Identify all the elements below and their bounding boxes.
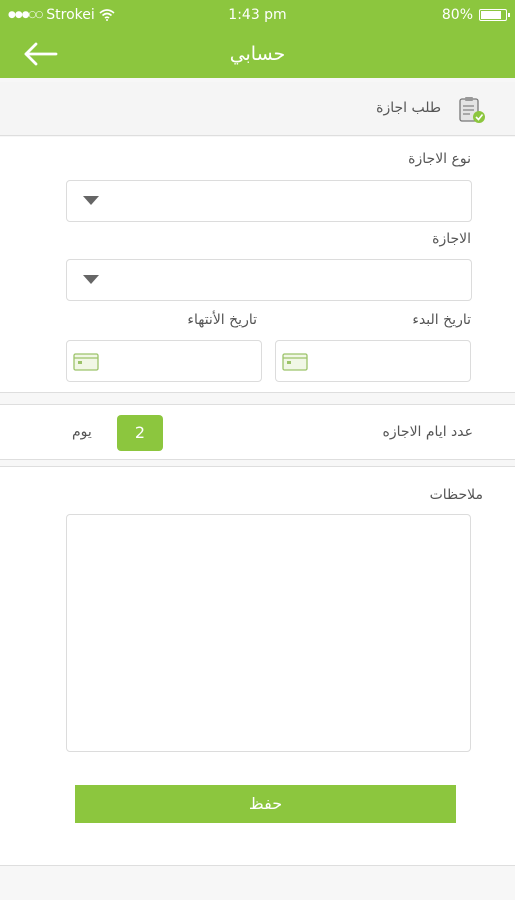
chevron-down-icon xyxy=(83,196,99,205)
status-time: 1:43 pm xyxy=(228,7,287,23)
leave-type-select[interactable] xyxy=(66,180,472,222)
leave-label: الاجازة xyxy=(432,231,471,247)
page-title: حسابي xyxy=(229,43,286,65)
section-header: طلب اجازة xyxy=(0,82,515,136)
notes-textarea[interactable] xyxy=(66,514,471,752)
leave-days-row: عدد ايام الاجازه 2 يوم xyxy=(0,404,515,460)
battery-percent: 80% xyxy=(441,7,473,23)
start-date-label: تاريخ البدء xyxy=(412,312,471,328)
leave-days-unit: يوم xyxy=(72,424,92,440)
section-title: طلب اجازة xyxy=(376,100,441,116)
leave-form: نوع الاجازة الاجازة تاريخ البدء تاريخ ال… xyxy=(0,137,515,393)
clipboard-check-icon xyxy=(459,97,485,123)
leave-type-label: نوع الاجازة xyxy=(408,151,471,167)
start-date-field[interactable] xyxy=(275,340,471,382)
status-right: 80% xyxy=(441,7,510,23)
nav-bar: حسابي xyxy=(0,30,515,78)
chevron-down-icon xyxy=(83,275,99,284)
calendar-icon xyxy=(73,353,99,371)
calendar-icon xyxy=(282,353,308,371)
battery-icon xyxy=(479,9,510,21)
notes-label: ملاحظات xyxy=(429,487,483,503)
end-date-field[interactable] xyxy=(66,340,262,382)
notes-section: ملاحظات حفظ xyxy=(0,466,515,866)
save-button[interactable]: حفظ xyxy=(75,785,456,823)
end-date-label: تاريخ الأنتهاء xyxy=(187,312,257,328)
status-bar: ●●●○○ Strokei 1:43 pm 80% xyxy=(0,0,515,30)
leave-days-label: عدد ايام الاجازه xyxy=(382,424,473,440)
leave-select[interactable] xyxy=(66,259,472,301)
leave-days-count: 2 xyxy=(117,415,163,451)
